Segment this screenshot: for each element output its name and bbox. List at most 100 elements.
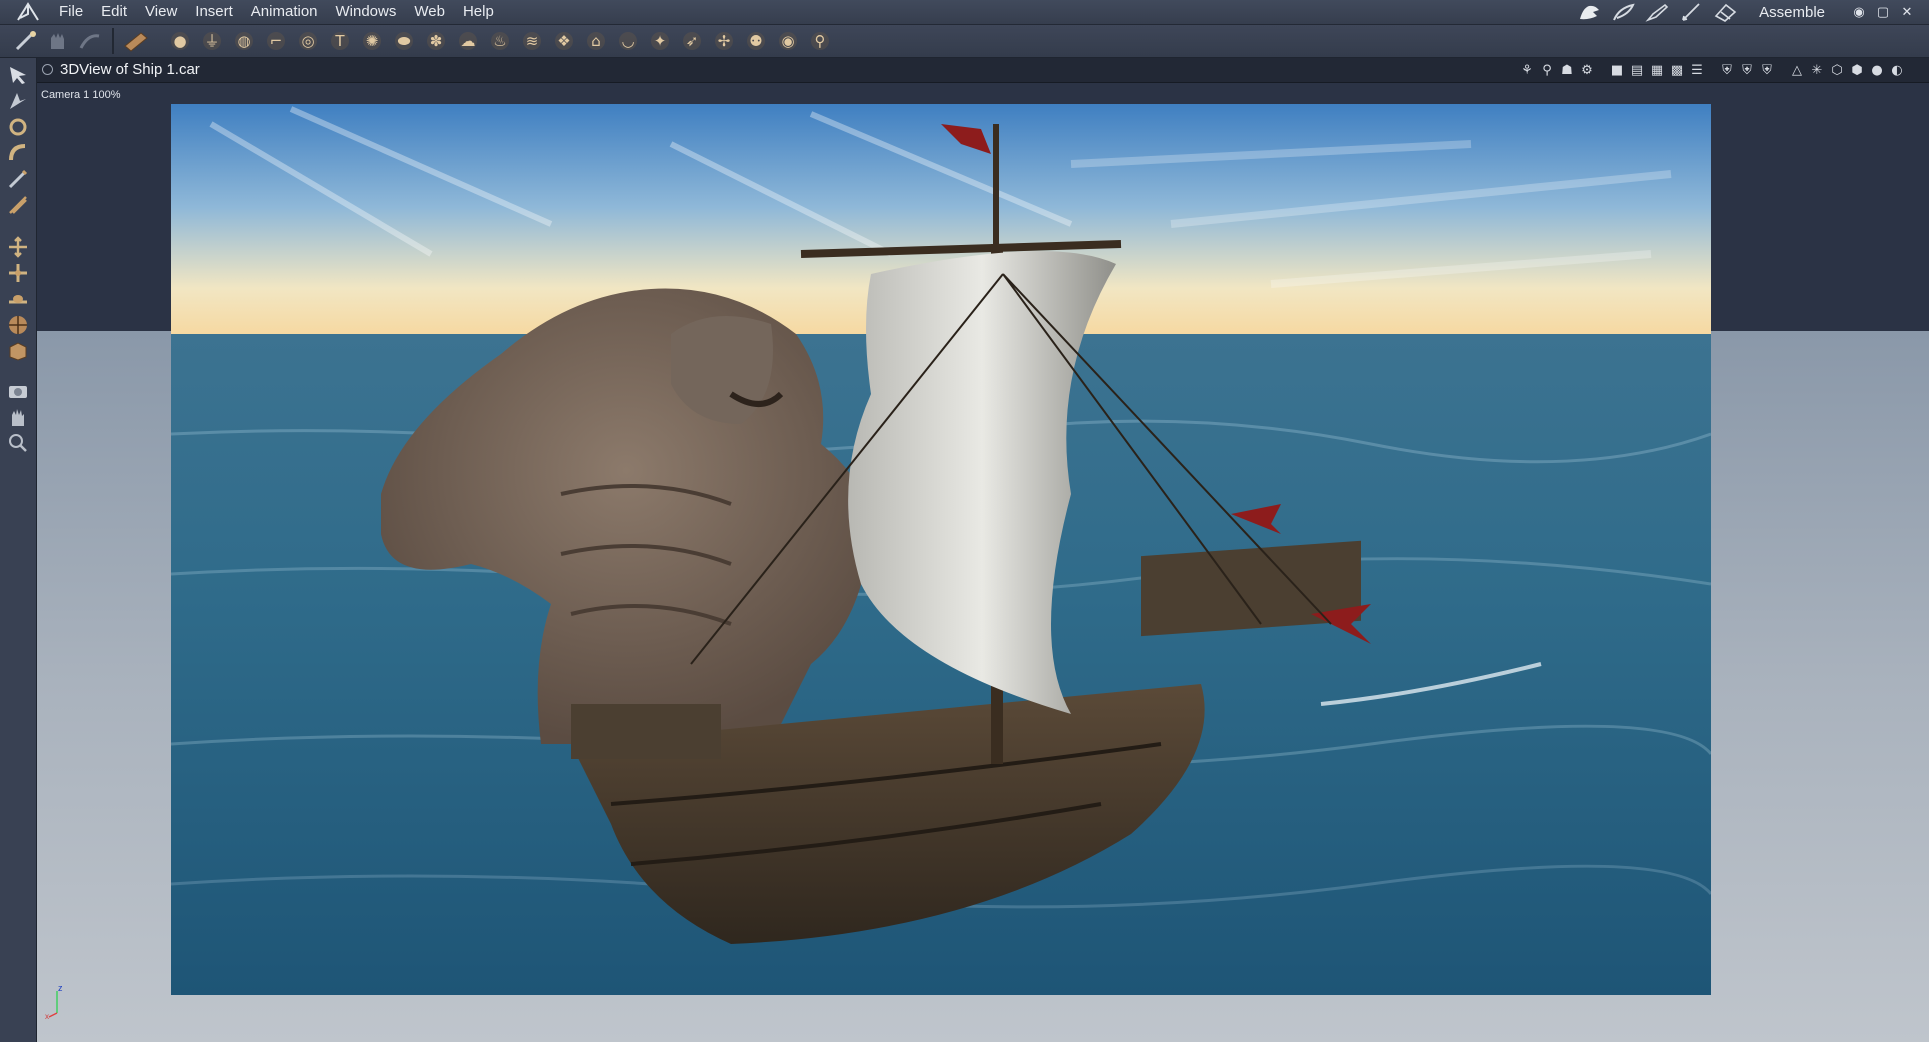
layout-four-icon[interactable]: ▦ xyxy=(1647,61,1667,79)
svg-text:◉: ◉ xyxy=(781,32,794,50)
layout-list-icon[interactable]: ☰ xyxy=(1687,61,1707,79)
rotate-icon[interactable] xyxy=(4,114,32,140)
eraser-icon[interactable] xyxy=(1709,1,1743,23)
figure-icon[interactable]: ⚲ xyxy=(1537,61,1557,79)
sphere-icon[interactable]: ● xyxy=(164,28,196,54)
eye-icon[interactable]: ◉ xyxy=(1847,4,1871,20)
menu-list: File Edit View Insert Animation Windows Web Hel… xyxy=(50,0,503,24)
bowl-icon[interactable]: ◡ xyxy=(612,28,644,54)
svg-text:✺: ✺ xyxy=(366,32,379,50)
svg-text:T: T xyxy=(334,32,345,50)
app-logo-icon[interactable] xyxy=(16,2,40,22)
svg-text:⏚: ⏚ xyxy=(204,32,219,50)
globe-icon[interactable]: ◍ xyxy=(228,28,260,54)
knife-icon[interactable] xyxy=(4,192,32,218)
svg-text:◍: ◍ xyxy=(237,32,250,50)
svg-text:✽: ✽ xyxy=(430,32,443,50)
ocean-icon[interactable]: ≋ xyxy=(516,28,548,54)
lathe-icon[interactable]: ⏚ xyxy=(196,28,228,54)
rotate-axis-icon[interactable] xyxy=(4,286,32,312)
target-icon[interactable]: ◉ xyxy=(772,28,804,54)
brush-icon[interactable] xyxy=(1641,1,1675,23)
shield-icon[interactable]: ⛨ xyxy=(1757,61,1777,79)
close-icon[interactable]: ✕ xyxy=(1895,4,1919,20)
snowflake-icon[interactable]: ✳ xyxy=(1807,61,1827,79)
menu-help[interactable]: Help xyxy=(454,0,503,24)
shield-icon[interactable]: ⛨ xyxy=(1737,61,1757,79)
sphere-shaded-icon[interactable]: ● xyxy=(1867,61,1887,79)
shield-icon[interactable]: ⛨ xyxy=(1717,61,1737,79)
sweep-icon[interactable] xyxy=(74,28,106,54)
rock-icon[interactable]: ❖ xyxy=(548,28,580,54)
tree-icon[interactable]: ⚘ xyxy=(1517,61,1537,79)
viewport-header: 3DView of Ship 1.car ⚘ ⚲ ☗ ⚙ ■ ▤ ▦ ▩ ☰ ⛨ ⛨ ⛨ △ ✳ ⬡ ⬢ ● ◐ xyxy=(37,58,1929,83)
svg-text:⬬: ⬬ xyxy=(398,32,411,50)
cone-icon[interactable]: △ xyxy=(1787,61,1807,79)
main-tools xyxy=(10,28,152,54)
pen-icon[interactable] xyxy=(1675,1,1709,23)
plant-icon[interactable]: ✽ xyxy=(420,28,452,54)
cloud-icon[interactable]: ☁ xyxy=(452,28,484,54)
camera-icon[interactable] xyxy=(4,378,32,404)
select-arrow-icon[interactable] xyxy=(4,62,32,88)
svg-text:☁: ☁ xyxy=(461,32,476,50)
svg-text:♨: ♨ xyxy=(493,32,506,50)
layout-single-icon[interactable]: ■ xyxy=(1607,61,1627,79)
menu-windows[interactable]: Windows xyxy=(327,0,406,24)
group-icon[interactable]: ☗ xyxy=(1557,61,1577,79)
wand-icon[interactable] xyxy=(10,28,42,54)
particle-icon[interactable]: ✢ xyxy=(708,28,740,54)
menu-web[interactable]: Web xyxy=(405,0,454,24)
ruler-icon[interactable] xyxy=(120,28,152,54)
cube-solid-icon[interactable]: ⬢ xyxy=(1847,61,1867,79)
box-icon[interactable] xyxy=(4,338,32,364)
layout-grid-icon[interactable]: ▩ xyxy=(1667,61,1687,79)
sculpt-icon[interactable]: ✦ xyxy=(644,28,676,54)
scale-icon[interactable] xyxy=(4,260,32,286)
move-icon[interactable] xyxy=(4,234,32,260)
maximize-icon[interactable]: ▢ xyxy=(1871,4,1895,20)
svg-text:➶: ➶ xyxy=(686,32,699,50)
fire-icon[interactable]: ♨ xyxy=(484,28,516,54)
hand-icon[interactable] xyxy=(1573,1,1607,23)
hand-icon[interactable] xyxy=(4,404,32,430)
left-tool-strip xyxy=(0,58,37,1042)
layout-two-icon[interactable]: ▤ xyxy=(1627,61,1647,79)
camera-label: Camera 1 100% xyxy=(41,89,121,101)
viewport-close-icon[interactable] xyxy=(42,64,53,75)
pencil-icon[interactable] xyxy=(4,166,32,192)
menu-view[interactable]: View xyxy=(136,0,186,24)
feather-icon[interactable] xyxy=(1607,1,1641,23)
skeleton-icon[interactable]: ⚉ xyxy=(740,28,772,54)
hand-icon[interactable] xyxy=(42,28,74,54)
cube-wire-icon[interactable]: ⬡ xyxy=(1827,61,1847,79)
network-icon[interactable]: ⚙ xyxy=(1577,61,1597,79)
house-icon[interactable]: ⌂ xyxy=(580,28,612,54)
mode-label[interactable]: Assemble xyxy=(1759,4,1825,21)
direct-select-icon[interactable] xyxy=(4,88,32,114)
svg-text:⌂: ⌂ xyxy=(591,32,601,50)
menu-insert[interactable]: Insert xyxy=(186,0,242,24)
text-icon[interactable]: T xyxy=(324,28,356,54)
zoom-icon[interactable] xyxy=(4,430,32,456)
terrain-icon[interactable]: ⬬ xyxy=(388,28,420,54)
sphere-render-icon[interactable]: ◐ xyxy=(1887,61,1907,79)
menu-file[interactable]: File xyxy=(50,0,92,24)
axis-gizmo: z x xyxy=(45,983,63,1019)
svg-text:⚉: ⚉ xyxy=(749,32,762,50)
render-image xyxy=(171,104,1711,995)
gear-icon[interactable]: ✺ xyxy=(356,28,388,54)
trackball-icon[interactable] xyxy=(4,312,32,338)
3d-viewport[interactable]: Camera 1 100% z x xyxy=(37,83,1929,1042)
bend-icon[interactable] xyxy=(4,140,32,166)
menu-edit[interactable]: Edit xyxy=(92,0,136,24)
wing-icon[interactable]: ➶ xyxy=(676,28,708,54)
toolbar: ● ⏚ ◍ ⌐ ◎ T ✺ ⬬ ✽ ☁ ♨ ≋ ❖ ⌂ ◡ ✦ ➶ ✢ ⚉ ◉ ⚲ xyxy=(0,25,1929,58)
toolbar-divider xyxy=(112,28,114,54)
torus-icon[interactable]: ◎ xyxy=(292,28,324,54)
figure-icon[interactable]: ⌐ xyxy=(260,28,292,54)
viewport-title: 3DView of Ship 1.car xyxy=(60,61,200,78)
bone-icon[interactable]: ⚲ xyxy=(804,28,836,54)
menu-animation[interactable]: Animation xyxy=(242,0,327,24)
svg-text:✢: ✢ xyxy=(718,32,731,50)
